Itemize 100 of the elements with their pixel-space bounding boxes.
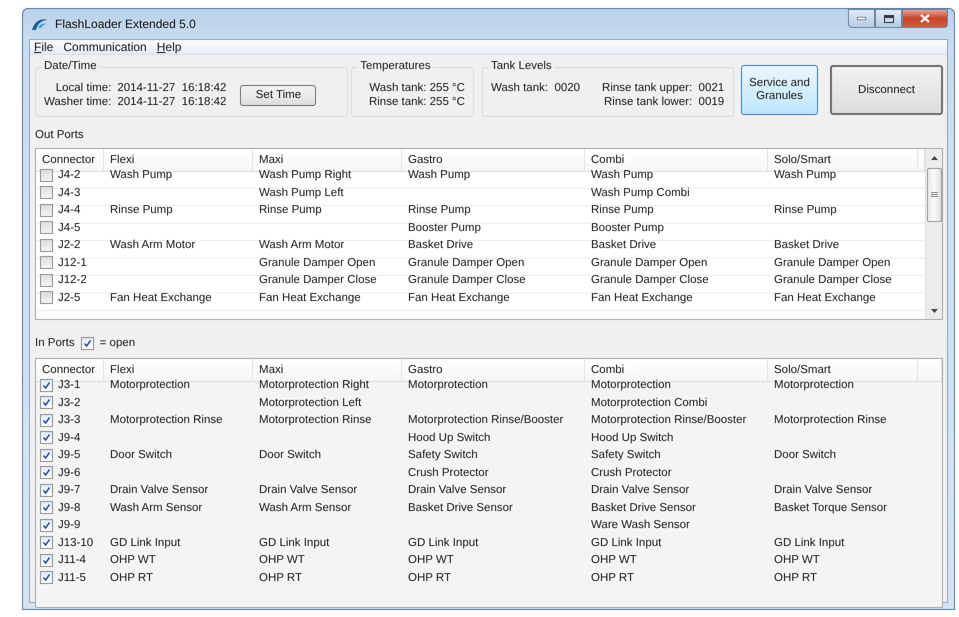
menu-item[interactable]: Communication: [63, 40, 147, 54]
table-cell: Hood Up Switch: [591, 432, 674, 444]
group-title: Tank Levels: [488, 60, 554, 72]
connector-label: J13-10: [58, 536, 94, 549]
scroll-up-icon[interactable]: [930, 156, 938, 160]
table-cell: Granule Damper Close: [591, 274, 709, 286]
section-title: Out Ports: [35, 129, 85, 141]
table-cell: Drain Valve Sensor: [259, 484, 358, 496]
checkbox[interactable]: [40, 536, 53, 550]
table-cell: Motorprotection Rinse: [110, 414, 222, 426]
connector-label: J3-2: [58, 396, 80, 409]
legend-text: = open: [100, 337, 136, 349]
checkbox[interactable]: [40, 466, 53, 480]
rinse-tank-lower-level: Rinse tank lower: 0019: [604, 96, 724, 108]
table-cell: Wash Arm Motor: [259, 239, 344, 252]
table-cell: OHP RT: [774, 572, 818, 584]
scrollbar-thumb[interactable]: [926, 168, 942, 222]
table-cell: Basket Drive Sensor: [408, 502, 513, 514]
checkbox[interactable]: [40, 238, 53, 252]
table-cell: OHP RT: [591, 572, 634, 584]
table-cell: Wash Pump: [408, 169, 470, 182]
table-cell: Wash Pump: [110, 169, 172, 182]
set-time-button[interactable]: Set Time: [240, 84, 316, 106]
connector-label: J11-4: [58, 554, 86, 566]
table-cell: Motorprotection Rinse/Booster: [591, 414, 746, 426]
checkbox[interactable]: [40, 291, 53, 304]
checkbox[interactable]: [40, 378, 53, 392]
connector-label: J4-4: [58, 204, 80, 216]
table-cell: Motorprotection: [110, 379, 190, 392]
table-cell: Safety Switch: [591, 449, 661, 462]
wash-tank-temperature: Wash tank: 255 °C: [369, 82, 465, 94]
connector-label: J3-3: [58, 414, 80, 426]
table-cell: Basket Drive: [408, 239, 474, 252]
table-cell: GD Link Input: [110, 536, 180, 549]
table-cell: GD Link Input: [774, 536, 844, 549]
table-cell: Basket Drive: [774, 239, 840, 252]
table-cell: Basket Torque Sensor: [774, 502, 887, 514]
scroll-down-icon[interactable]: [930, 308, 938, 312]
section-title: In Ports: [35, 337, 75, 349]
table-cell: Rinse Pump: [774, 204, 837, 216]
washer-time-label: Washer time:: [44, 96, 112, 108]
connector-label: J9-4: [58, 432, 80, 444]
close-icon[interactable]: [920, 14, 930, 23]
checkbox[interactable]: [40, 396, 53, 410]
table-cell: Drain Valve Sensor: [110, 484, 208, 496]
disconnect-button[interactable]: Disconnect: [830, 65, 943, 115]
checkbox[interactable]: [40, 501, 53, 514]
table-cell: Granule Damper Close: [408, 274, 526, 286]
service-granules-button[interactable]: Service and Granules: [741, 65, 818, 115]
table-cell: Motorprotection Right: [259, 379, 369, 392]
table-cell: Motorprotection Rinse/Booster: [408, 414, 564, 426]
minimize-icon[interactable]: [857, 17, 866, 20]
table-cell: Wash Arm Sensor: [259, 502, 352, 514]
table-cell: GD Link Input: [259, 536, 330, 549]
checkbox[interactable]: [40, 571, 53, 584]
table-cell: GD Link Input: [591, 536, 662, 549]
connector-label: J12-2: [58, 274, 87, 286]
table-cell: Drain Valve Sensor: [408, 484, 506, 496]
menu-item[interactable]: Help: [156, 40, 182, 54]
table-cell: Fan Heat Exchange: [110, 292, 212, 304]
checkbox[interactable]: [40, 518, 53, 532]
table-cell: Door Switch: [774, 449, 836, 462]
table-cell: Granule Damper Open: [259, 256, 376, 269]
table-cell: GD Link Input: [408, 536, 478, 549]
connector-label: J4-3: [58, 186, 80, 199]
close-button[interactable]: [902, 9, 948, 28]
table-cell: OHP WT: [774, 554, 820, 566]
column-header: [918, 359, 942, 382]
maximize-icon[interactable]: [884, 14, 894, 22]
table-cell: Wash Arm Motor: [110, 239, 196, 252]
app-icon: [31, 17, 49, 31]
checkbox[interactable]: [40, 484, 53, 497]
menu-item[interactable]: File: [34, 40, 54, 54]
checkbox[interactable]: [40, 431, 53, 444]
table-cell: Rinse Pump: [259, 204, 322, 216]
table-cell: OHP WT: [259, 554, 305, 566]
checkbox[interactable]: [40, 274, 53, 287]
table-cell: OHP WT: [408, 554, 454, 566]
minimize-button[interactable]: [848, 9, 875, 28]
table-cell: Motorprotection Left: [259, 396, 362, 409]
table-cell: Wash Pump Left: [259, 186, 344, 199]
table-cell: Granule Damper Close: [774, 274, 892, 286]
table-cell: Hood Up Switch: [408, 432, 490, 444]
checkbox[interactable]: [40, 168, 53, 182]
checkbox[interactable]: [40, 186, 53, 200]
checkbox[interactable]: [40, 414, 53, 427]
table-cell: Basket Drive: [591, 239, 656, 252]
table-cell: OHP RT: [259, 572, 302, 584]
checkbox[interactable]: [40, 221, 53, 234]
checkbox[interactable]: [40, 204, 53, 217]
table-cell: Door Switch: [259, 449, 321, 462]
checkbox[interactable]: [40, 256, 53, 270]
connector-label: J9-5: [58, 449, 80, 462]
window-title: FlashLoader Extended 5.0: [55, 17, 196, 31]
checkbox[interactable]: [40, 554, 53, 567]
connector-label: J4-2: [58, 169, 80, 182]
maximize-button[interactable]: [875, 9, 902, 28]
connector-label: J2-5: [58, 292, 80, 304]
table-cell: Wash Pump: [591, 169, 654, 182]
checkbox[interactable]: [40, 448, 53, 462]
